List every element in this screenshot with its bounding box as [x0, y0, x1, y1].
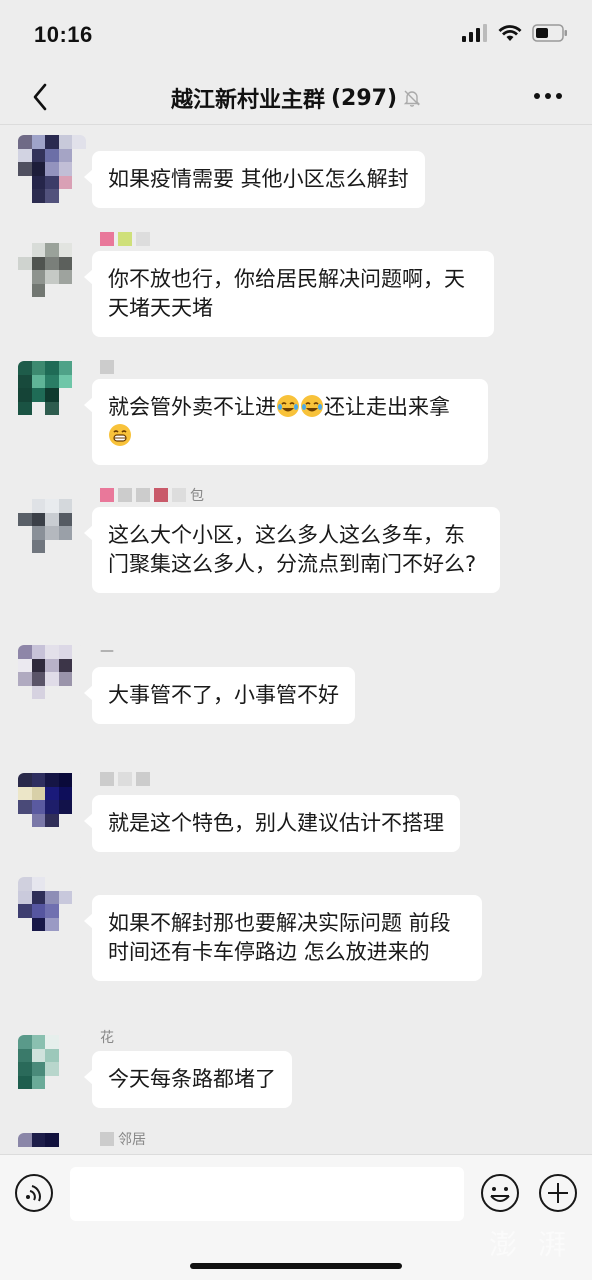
avatar[interactable] — [18, 499, 86, 567]
voice-icon — [15, 1174, 53, 1212]
message-bubble[interactable]: 如果不解封那也要解决实际问题 前段时间还有卡车停路边 怎么放进来的 — [84, 895, 482, 981]
message-bubble[interactable]: 如果疫情需要 其他小区怎么解封 — [84, 151, 425, 208]
crying-laughing-emoji — [277, 395, 299, 417]
avatar[interactable] — [18, 877, 86, 945]
more-actions-button[interactable] — [538, 1173, 578, 1213]
wifi-icon — [498, 25, 522, 41]
status-icons — [462, 24, 568, 42]
sender-nickname: 花 — [100, 1030, 114, 1046]
avatar[interactable] — [18, 361, 86, 429]
plus-icon — [539, 1174, 577, 1212]
sender-nickname: 邻居 — [100, 1129, 146, 1149]
avatar[interactable] — [18, 645, 86, 713]
crying-laughing-emoji — [301, 395, 323, 417]
sender-nickname — [100, 769, 150, 789]
watermark: 澎 湃 — [489, 1228, 572, 1261]
message-input[interactable] — [70, 1167, 464, 1221]
avatar[interactable] — [18, 773, 86, 841]
chat-message-list[interactable]: 如果疫情需要 其他小区怎么解封 你不放也行，你给居民解决问题啊，天天堵天天堵 就 — [0, 124, 592, 1154]
member-count: (297) — [330, 85, 398, 111]
more-dots-icon — [534, 93, 562, 99]
sender-nickname: 包 — [100, 485, 204, 505]
sender-nickname: — — [100, 643, 114, 659]
message-bubble[interactable]: 就是这个特色，别人建议估计不搭理 — [84, 795, 460, 852]
input-bar: 澎 湃 — [0, 1154, 592, 1280]
sender-nickname — [100, 357, 114, 377]
message-bubble[interactable]: 就会管外卖不让进 还让走出来拿 — [84, 379, 488, 465]
avatar[interactable] — [18, 1035, 86, 1103]
avatar[interactable] — [18, 135, 86, 203]
message-bubble[interactable]: 这么大个小区，这么多人这么多车，东门聚集这么多人，分流点到南门不好么? — [84, 507, 500, 593]
voice-input-button[interactable] — [14, 1173, 54, 1213]
emoji-button[interactable] — [480, 1173, 520, 1213]
group-name: 越江新村业主群 — [170, 88, 325, 113]
message-bubble[interactable]: 今天每条路都堵了 — [84, 1051, 292, 1108]
battery-icon — [532, 24, 567, 42]
home-indicator[interactable] — [190, 1263, 402, 1269]
avatar[interactable] — [18, 243, 86, 311]
smiley-icon — [481, 1174, 519, 1212]
grinning-emoji — [109, 424, 131, 446]
message-bubble[interactable]: 你不放也行，你给居民解决问题啊，天天堵天天堵 — [84, 251, 494, 337]
muted-bell-icon — [403, 90, 421, 107]
chat-header: 越江新村业主群 (297) — [0, 70, 592, 124]
message-bubble[interactable]: 大事管不了，小事管不好 — [84, 667, 355, 724]
signal-icon — [462, 24, 487, 42]
status-time: 10:16 — [34, 22, 93, 47]
page-title: 越江新村业主群 (297) — [0, 82, 592, 114]
more-options-button[interactable] — [528, 82, 568, 110]
avatar[interactable] — [18, 1133, 86, 1154]
sender-nickname — [100, 229, 154, 249]
status-bar: 10:16 — [0, 0, 592, 70]
